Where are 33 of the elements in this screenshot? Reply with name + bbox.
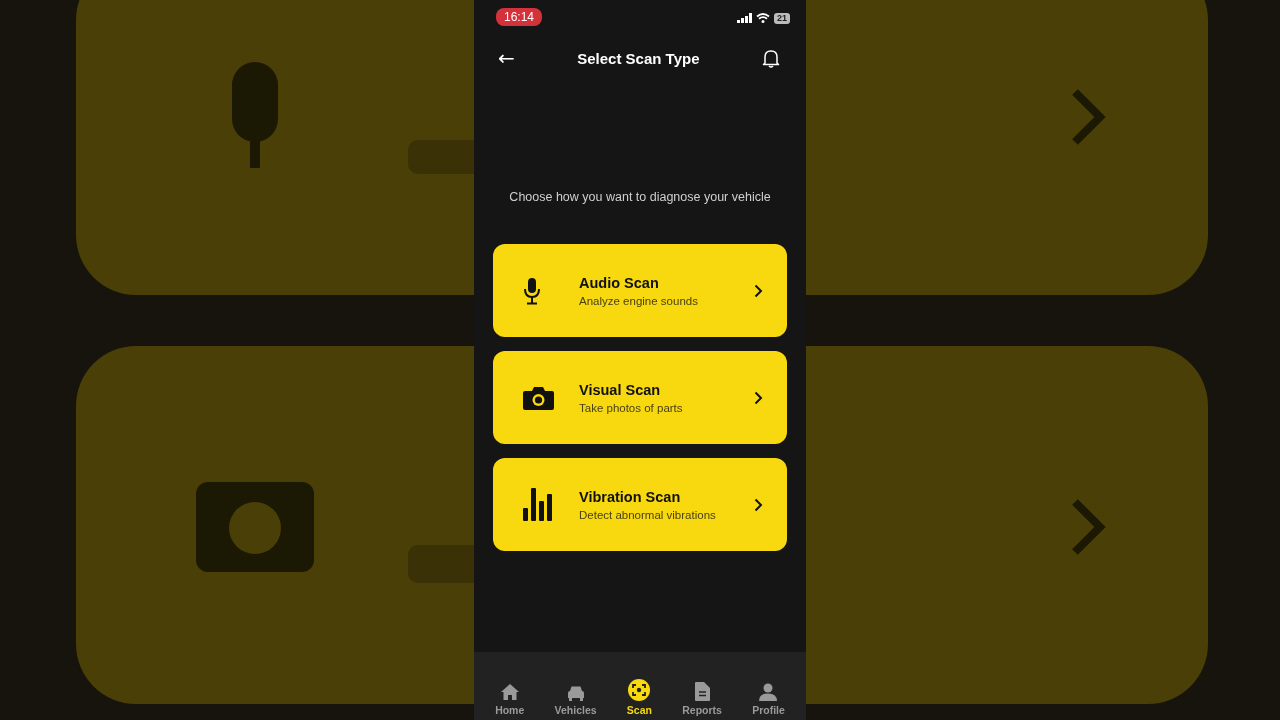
document-icon: [694, 682, 710, 701]
tab-bar-item[interactable]: Profile: [752, 652, 785, 716]
signal-icon: [737, 13, 752, 23]
car-icon: [566, 685, 585, 701]
option-title: Visual Scan: [579, 381, 662, 398]
notification-bell-icon[interactable]: [762, 48, 780, 68]
tab-bar-item[interactable]: Home: [495, 652, 525, 716]
tab-bar-item[interactable]: Reports: [682, 652, 722, 716]
option-title: Vibration Scan: [579, 488, 682, 505]
scan-option-card[interactable]: Vibration Scan Detect abnormal vibrations: [493, 458, 787, 551]
person-icon: [759, 683, 778, 701]
chevron-right-icon: [754, 283, 763, 298]
battery-level: 21: [774, 12, 790, 24]
scan-option-card[interactable]: Audio Scan Analyze engine sounds: [493, 244, 787, 337]
screen-title: Select Scan Type: [577, 49, 700, 67]
subtitle: Choose how you want to diagnose your vehicle: [509, 190, 771, 204]
option-description: Take photos of parts: [579, 401, 684, 414]
option-description: Detect abnormal vibrations: [579, 508, 717, 521]
scan-icon: [627, 679, 652, 701]
camera-icon: [523, 385, 554, 410]
chevron-right-icon: [754, 497, 763, 512]
bar-chart-icon: [523, 488, 552, 521]
home-icon: [499, 683, 520, 701]
option-title: Audio Scan: [579, 274, 660, 291]
tab-bar-item[interactable]: Vehicles: [554, 652, 597, 716]
status-time: 16:14: [496, 8, 543, 26]
chevron-right-icon: [754, 390, 763, 405]
tab-bar-item[interactable]: Scan: [626, 652, 652, 716]
option-description: Analyze engine sounds: [579, 294, 699, 307]
back-button[interactable]: ←: [498, 46, 515, 70]
microphone-icon: [523, 276, 541, 305]
wifi-icon: [756, 13, 770, 23]
scan-option-card[interactable]: Visual Scan Take photos of parts: [493, 351, 787, 444]
